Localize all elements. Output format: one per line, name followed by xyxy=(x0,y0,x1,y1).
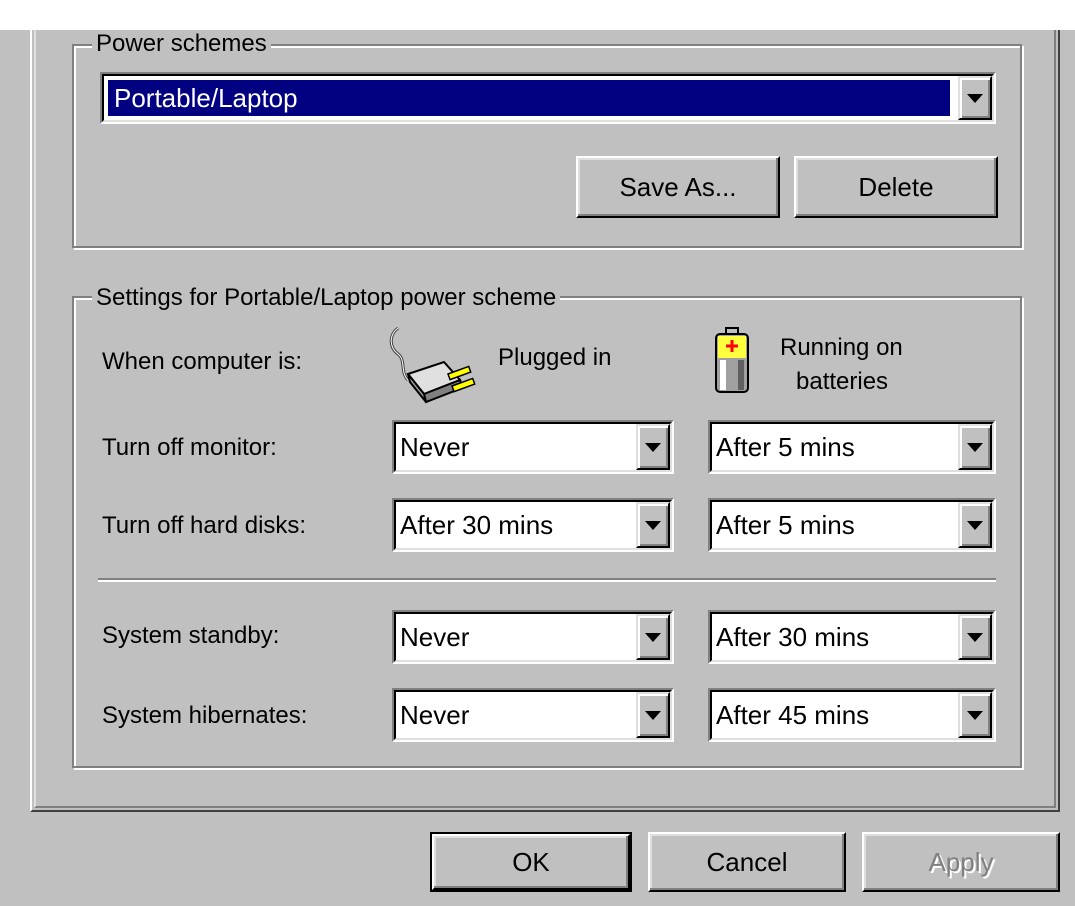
power-scheme-dropdown-button[interactable] xyxy=(958,76,992,120)
system-standby-battery-dropdown[interactable] xyxy=(958,614,992,660)
ok-button[interactable]: OK xyxy=(430,832,632,892)
running-on-batteries-line2: batteries xyxy=(796,368,889,395)
system-standby-label: System standby: xyxy=(102,622,280,649)
cancel-label: Cancel xyxy=(706,846,788,877)
settings-group-label: Settings for Portable/Laptop power schem… xyxy=(92,284,561,312)
system-hibernates-plugged-select[interactable]: Never xyxy=(392,688,674,742)
turn-off-monitor-plugged-dropdown[interactable] xyxy=(636,424,670,470)
turn-off-hard-disks-battery-dropdown[interactable] xyxy=(958,502,992,548)
running-on-batteries-line1: Running on xyxy=(780,334,903,361)
ok-label: OK xyxy=(512,846,550,877)
turn-off-monitor-plugged-value: Never xyxy=(400,431,470,462)
system-standby-battery-value: After 30 mins xyxy=(716,621,870,652)
turn-off-hard-disks-label: Turn off hard disks: xyxy=(102,512,307,539)
apply-label: Apply xyxy=(928,846,994,877)
system-hibernates-plugged-dropdown[interactable] xyxy=(636,692,670,738)
turn-off-hard-disks-battery-select[interactable]: After 5 mins xyxy=(708,498,996,552)
turn-off-monitor-battery-select[interactable]: After 5 mins xyxy=(708,420,996,474)
chevron-down-icon xyxy=(967,94,983,103)
battery-icon xyxy=(715,327,749,393)
system-standby-battery-select[interactable]: After 30 mins xyxy=(708,610,996,664)
settings-separator xyxy=(98,578,996,582)
system-hibernates-plugged-value: Never xyxy=(400,699,470,730)
power-options-dialog: Power schemes Portable/Laptop Save As...… xyxy=(0,0,1075,906)
system-standby-plugged-dropdown[interactable] xyxy=(636,614,670,660)
chevron-down-icon xyxy=(967,521,983,530)
turn-off-monitor-plugged-select[interactable]: Never xyxy=(392,420,674,474)
system-hibernates-battery-select[interactable]: After 45 mins xyxy=(708,688,996,742)
power-scheme-value: Portable/Laptop xyxy=(114,82,298,113)
system-standby-plugged-value: Never xyxy=(400,621,470,652)
save-as-label: Save As... xyxy=(619,171,737,202)
cancel-button[interactable]: Cancel xyxy=(648,832,846,892)
turn-off-hard-disks-plugged-dropdown[interactable] xyxy=(636,502,670,548)
turn-off-hard-disks-plugged-select[interactable]: After 30 mins xyxy=(392,498,674,552)
turn-off-monitor-label: Turn off monitor: xyxy=(102,434,277,461)
system-hibernates-battery-value: After 45 mins xyxy=(716,699,870,730)
plugged-in-label: Plugged in xyxy=(498,344,612,371)
chevron-down-icon xyxy=(645,633,661,642)
system-hibernates-label: System hibernates: xyxy=(102,702,308,729)
delete-button[interactable]: Delete xyxy=(794,156,998,218)
power-plug-icon xyxy=(389,326,476,404)
apply-button[interactable]: Apply xyxy=(862,832,1060,892)
delete-label: Delete xyxy=(858,171,934,202)
chevron-down-icon xyxy=(967,443,983,452)
system-hibernates-battery-dropdown[interactable] xyxy=(958,692,992,738)
top-edge xyxy=(0,0,1075,30)
power-schemes-group-label: Power schemes xyxy=(92,30,271,58)
turn-off-monitor-battery-dropdown[interactable] xyxy=(958,424,992,470)
turn-off-monitor-battery-value: After 5 mins xyxy=(716,431,855,462)
chevron-down-icon xyxy=(645,711,661,720)
when-computer-is-label: When computer is: xyxy=(102,348,303,375)
chevron-down-icon xyxy=(645,443,661,452)
chevron-down-icon xyxy=(967,633,983,642)
power-scheme-select[interactable]: Portable/Laptop xyxy=(100,72,996,124)
chevron-down-icon xyxy=(645,521,661,530)
system-standby-plugged-select[interactable]: Never xyxy=(392,610,674,664)
turn-off-hard-disks-plugged-value: After 30 mins xyxy=(400,509,554,540)
save-as-button[interactable]: Save As... xyxy=(576,156,780,218)
turn-off-hard-disks-battery-value: After 5 mins xyxy=(716,509,855,540)
chevron-down-icon xyxy=(967,711,983,720)
